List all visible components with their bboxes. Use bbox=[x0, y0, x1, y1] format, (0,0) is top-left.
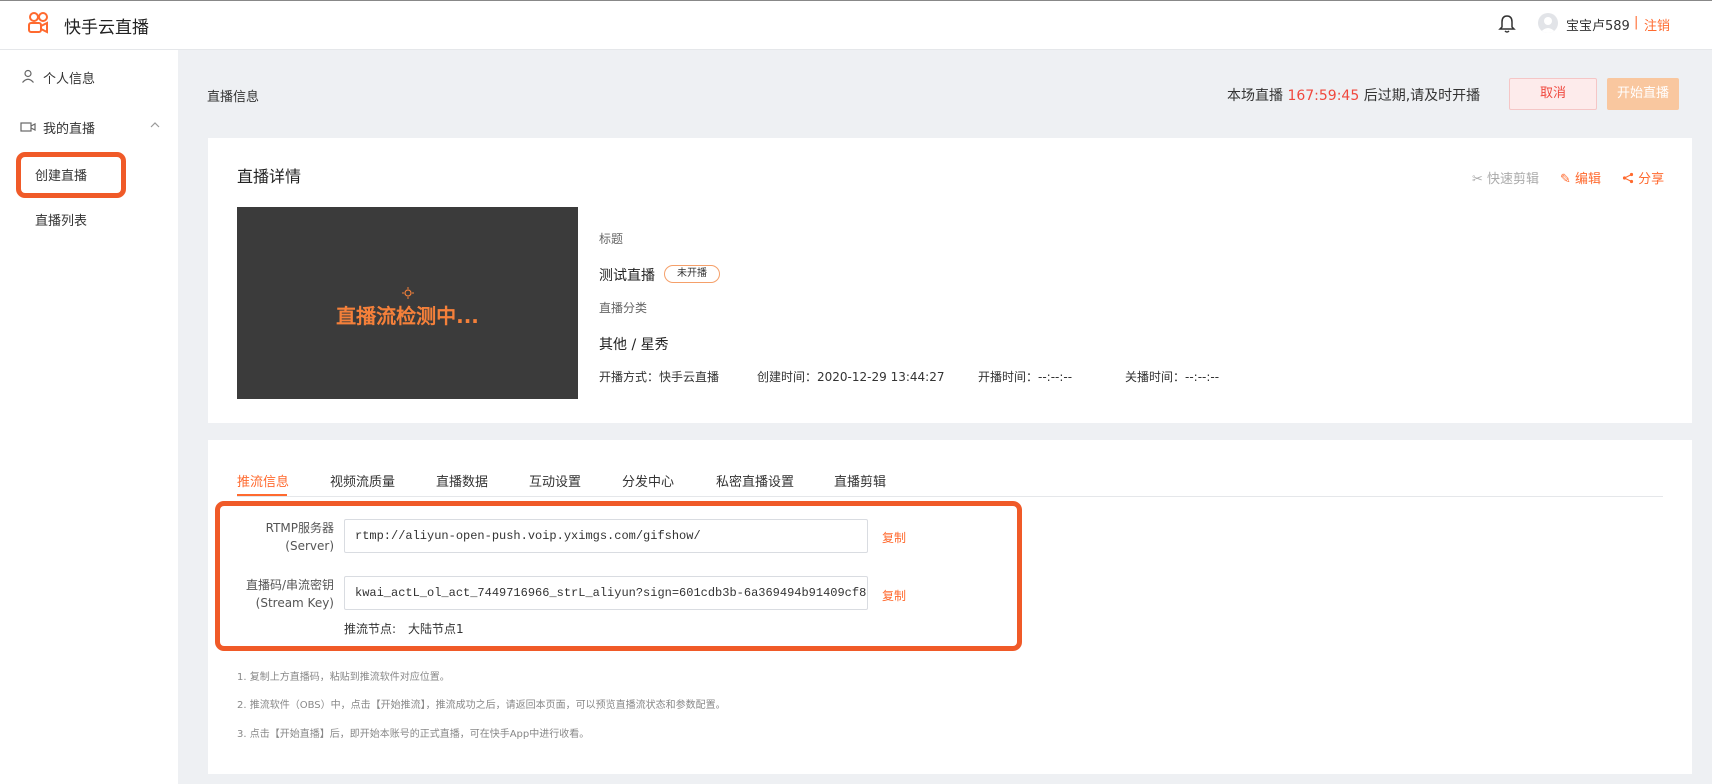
created-time-label: 创建时间： bbox=[757, 370, 818, 384]
tab-private-live[interactable]: 私密直播设置 bbox=[716, 471, 794, 490]
kuaishou-logo-icon[interactable] bbox=[26, 11, 50, 35]
push-node: 推流节点: 大陆节点1 bbox=[344, 620, 464, 637]
loading-spinner-icon bbox=[402, 287, 414, 299]
tab-video-quality[interactable]: 视频流质量 bbox=[330, 471, 395, 490]
edit-button[interactable]: ✎ 编辑 bbox=[1560, 168, 1601, 187]
detail-title: 直播详情 bbox=[237, 167, 302, 186]
app-title[interactable]: 快手云直播 bbox=[64, 13, 149, 38]
tab-interaction[interactable]: 互动设置 bbox=[529, 471, 581, 490]
end-time: 关播时间：--:--:-- bbox=[1125, 368, 1219, 385]
instruction-note-1: 1. 复制上方直播码，粘贴到推流软件对应位置。 bbox=[237, 672, 450, 683]
server-label: RTMP服务器 (Server) bbox=[214, 519, 334, 555]
edit-icon: ✎ bbox=[1560, 172, 1571, 187]
tab-push-info[interactable]: 推流信息 bbox=[237, 471, 289, 490]
live-mode-value: 快手云直播 bbox=[659, 370, 720, 384]
active-tab-indicator bbox=[237, 494, 287, 496]
sidebar-item-create-live[interactable]: 创建直播 bbox=[35, 165, 87, 184]
tab-distribution[interactable]: 分发中心 bbox=[622, 471, 674, 490]
category-field-label: 直播分类 bbox=[599, 301, 648, 315]
stream-key-label: 直播码/串流密钥 (Stream Key) bbox=[214, 576, 334, 612]
copy-server-button[interactable]: 复制 bbox=[882, 529, 906, 546]
username[interactable]: 宝宝卢589 bbox=[1566, 15, 1630, 34]
logout-link[interactable]: 注销 bbox=[1644, 15, 1670, 34]
stream-key-field[interactable]: kwai_actL_ol_act_7449716966_strL_aliyun?… bbox=[344, 576, 868, 610]
expiry-notice: 本场直播 167:59:45 后过期,请及时开播 bbox=[1227, 85, 1480, 105]
share-icon bbox=[1622, 172, 1634, 184]
edit-label: 编辑 bbox=[1575, 172, 1602, 187]
end-time-label: 关播时间： bbox=[1125, 370, 1186, 384]
expiry-suffix: 后过期,请及时开播 bbox=[1363, 88, 1481, 104]
scissors-icon: ✂ bbox=[1472, 172, 1483, 187]
start-time: 开播时间：--:--:-- bbox=[978, 368, 1072, 385]
server-label-line2: (Server) bbox=[285, 539, 334, 553]
start-live-button[interactable]: 开始直播 bbox=[1607, 78, 1679, 110]
video-camera-icon bbox=[20, 122, 36, 132]
created-time: 创建时间：2020-12-29 13:44:27 bbox=[757, 368, 944, 385]
sidebar-item-live-list[interactable]: 直播列表 bbox=[35, 210, 87, 229]
instruction-note-3: 3. 点击【开始直播】后，即开始本账号的正式直播，可在快手App中进行收看。 bbox=[237, 729, 590, 740]
share-button[interactable]: 分享 bbox=[1622, 168, 1664, 187]
chevron-up-icon[interactable] bbox=[150, 122, 160, 128]
quick-edit-label: 快速剪辑 bbox=[1487, 172, 1540, 187]
quick-edit-button[interactable]: ✂ 快速剪辑 bbox=[1472, 168, 1539, 187]
start-time-value: --:--:-- bbox=[1038, 370, 1073, 384]
title-value: 测试直播 bbox=[599, 268, 655, 284]
header-separator: | bbox=[1634, 15, 1639, 30]
avatar[interactable] bbox=[1538, 13, 1558, 33]
instruction-note-2: 2. 推流软件（OBS）中，点击【开始推流】，推流成功之后，请返回本页面，可以预… bbox=[237, 700, 726, 711]
live-mode-label: 开播方式： bbox=[599, 370, 660, 384]
stream-key-label-line2: (Stream Key) bbox=[255, 596, 334, 610]
user-icon bbox=[22, 69, 34, 83]
share-label: 分享 bbox=[1638, 172, 1665, 187]
section-label: 直播信息 bbox=[207, 90, 260, 105]
copy-stream-key-button[interactable]: 复制 bbox=[882, 587, 906, 604]
expiry-prefix: 本场直播 bbox=[1227, 88, 1283, 104]
sidebar-item-profile[interactable]: 个人信息 bbox=[43, 68, 95, 87]
created-time-value: 2020-12-29 13:44:27 bbox=[817, 370, 945, 384]
tab-live-data[interactable]: 直播数据 bbox=[436, 471, 488, 490]
start-time-label: 开播时间： bbox=[978, 370, 1039, 384]
category-value: 其他 / 星秀 bbox=[599, 337, 669, 353]
user-avatar-icon bbox=[1540, 17, 1556, 33]
tab-divider bbox=[237, 496, 1663, 497]
tab-live-clip[interactable]: 直播剪辑 bbox=[834, 471, 886, 490]
cancel-button[interactable]: 取消 bbox=[1509, 78, 1597, 110]
server-label-line1: RTMP服务器 bbox=[265, 521, 334, 535]
bell-icon[interactable] bbox=[1497, 14, 1517, 34]
end-time-value: --:--:-- bbox=[1185, 370, 1220, 384]
expiry-timer: 167:59:45 bbox=[1287, 88, 1360, 104]
stream-key-label-line1: 直播码/串流密钥 bbox=[245, 578, 334, 592]
push-node-label: 推流节点: bbox=[344, 622, 397, 636]
push-node-value: 大陆节点1 bbox=[408, 622, 464, 636]
live-mode: 开播方式：快手云直播 bbox=[599, 368, 719, 385]
title-field-label: 标题 bbox=[599, 232, 624, 246]
top-bar: 快手云直播 宝宝卢589 | 注销 bbox=[0, 0, 1712, 50]
status-badge: 未开播 bbox=[664, 265, 720, 283]
server-url-field[interactable]: rtmp://aliyun-open-push.voip.yximgs.com/… bbox=[344, 519, 868, 553]
sidebar-item-my-live[interactable]: 我的直播 bbox=[43, 118, 95, 137]
preview-status: 直播流检测中... bbox=[336, 304, 479, 328]
